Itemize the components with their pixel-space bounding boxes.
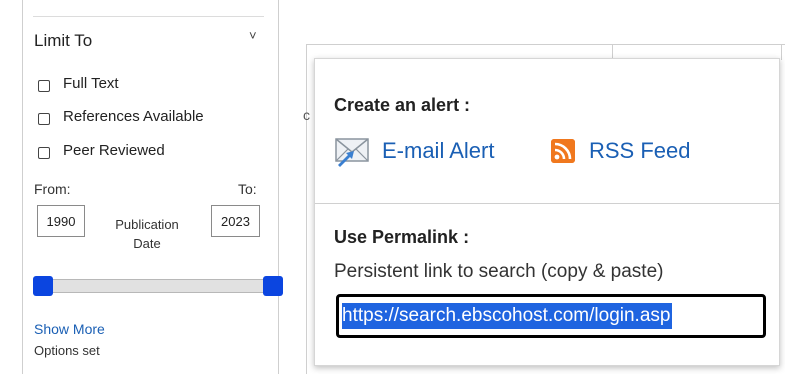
- peer-reviewed-checkbox[interactable]: [38, 146, 50, 159]
- full-text-label: Full Text: [63, 75, 119, 92]
- permalink-value: https://search.ebscohost.com/login.asp: [342, 303, 673, 329]
- peer-reviewed-label: Peer Reviewed: [63, 142, 165, 159]
- references-available-checkbox[interactable]: [38, 112, 50, 125]
- to-label: To:: [238, 181, 257, 197]
- date-range-slider[interactable]: [33, 276, 283, 296]
- publication-date-label: Publication Date: [115, 217, 179, 251]
- share-popup: Create an alert : E-mail Alert RSS Feed …: [314, 58, 780, 366]
- full-text-option[interactable]: Full Text: [38, 75, 119, 92]
- envelope-icon: [335, 138, 369, 167]
- background-text: c: [303, 107, 310, 123]
- popup-divider: [315, 203, 779, 204]
- limit-to-title: Limit To: [34, 31, 93, 50]
- peer-reviewed-option[interactable]: Peer Reviewed: [38, 142, 165, 159]
- limit-to-panel: Limit To ˅ Full Text References Availabl…: [22, 0, 283, 374]
- rss-icon: [551, 139, 575, 163]
- rss-feed-link[interactable]: RSS Feed: [551, 138, 691, 164]
- panel-divider: [33, 16, 264, 17]
- email-alert-link[interactable]: E-mail Alert: [334, 135, 494, 167]
- create-alert-heading: Create an alert :: [334, 95, 471, 115]
- show-more-link[interactable]: Show More: [34, 321, 105, 337]
- chevron-down-icon[interactable]: ˅: [249, 28, 257, 43]
- permalink-field[interactable]: https://search.ebscohost.com/login.asp: [336, 294, 766, 338]
- references-available-option[interactable]: References Available: [38, 108, 204, 125]
- full-text-checkbox[interactable]: [38, 79, 50, 92]
- from-label: From:: [34, 181, 71, 197]
- email-alert-label: E-mail Alert: [382, 138, 495, 163]
- to-year-input[interactable]: 2023: [211, 205, 260, 237]
- permalink-heading: Use Permalink :: [334, 227, 470, 247]
- table-border: [306, 44, 307, 374]
- persistent-link-text: Persistent link to search (copy & paste): [334, 261, 664, 282]
- references-available-label: References Available: [63, 108, 204, 125]
- slider-track: [37, 279, 269, 293]
- rss-feed-label: RSS Feed: [589, 138, 691, 163]
- table-border: [306, 44, 785, 45]
- options-set-text: Options set: [34, 343, 100, 358]
- table-border: [781, 44, 782, 60]
- slider-handle-start[interactable]: [33, 276, 53, 296]
- from-year-input[interactable]: 1990: [37, 205, 85, 237]
- slider-handle-end[interactable]: [263, 276, 283, 296]
